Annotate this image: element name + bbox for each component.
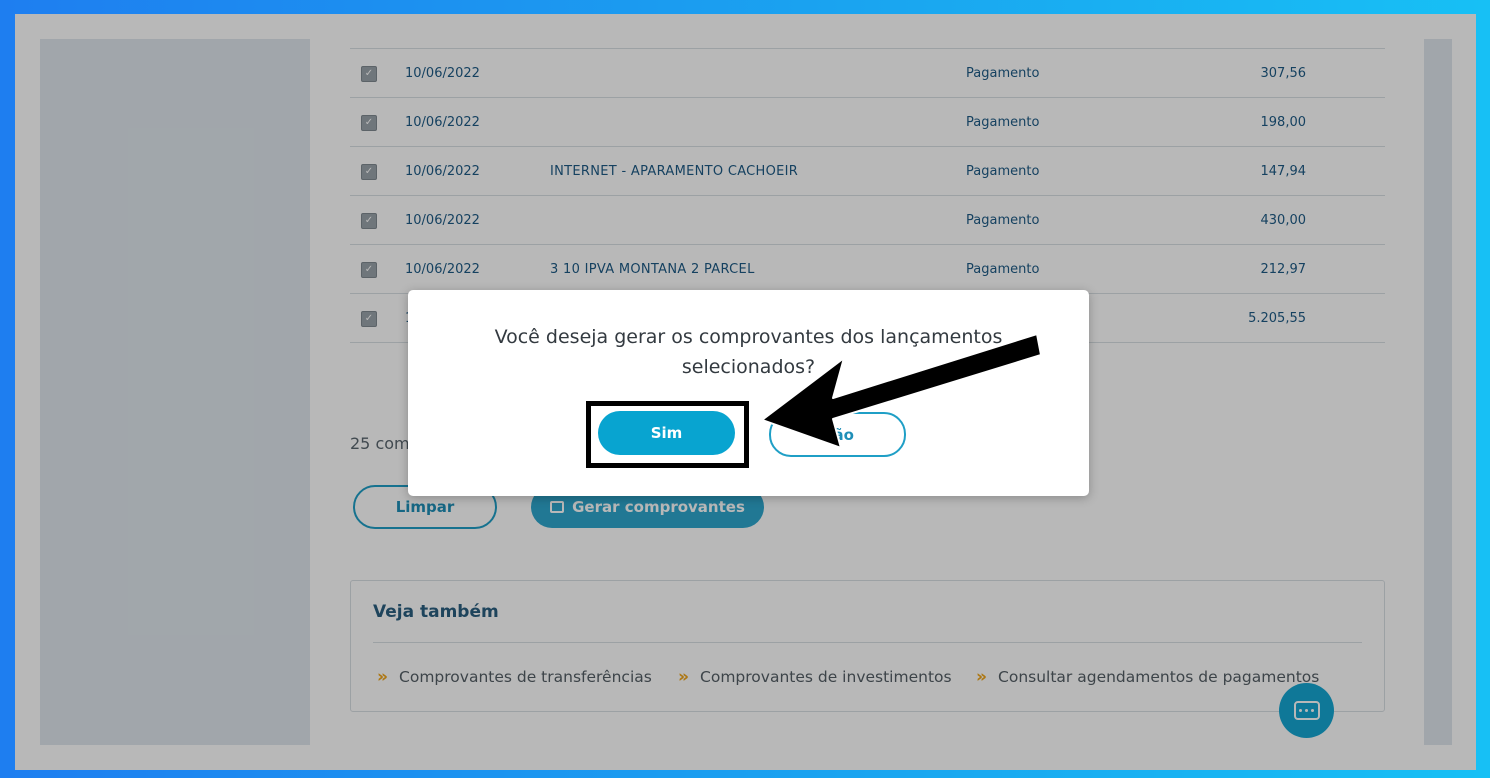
yes-button[interactable]: Sim [598, 411, 735, 455]
confirm-dialog: Você deseja gerar os comprovantes dos la… [408, 290, 1089, 496]
app-frame: ✓ 10/06/2022 Pagamento 307,56 ✓ 10/06/20… [15, 14, 1476, 770]
no-button[interactable]: Não [769, 412, 906, 457]
dialog-message: Você deseja gerar os comprovantes dos la… [494, 326, 1003, 378]
